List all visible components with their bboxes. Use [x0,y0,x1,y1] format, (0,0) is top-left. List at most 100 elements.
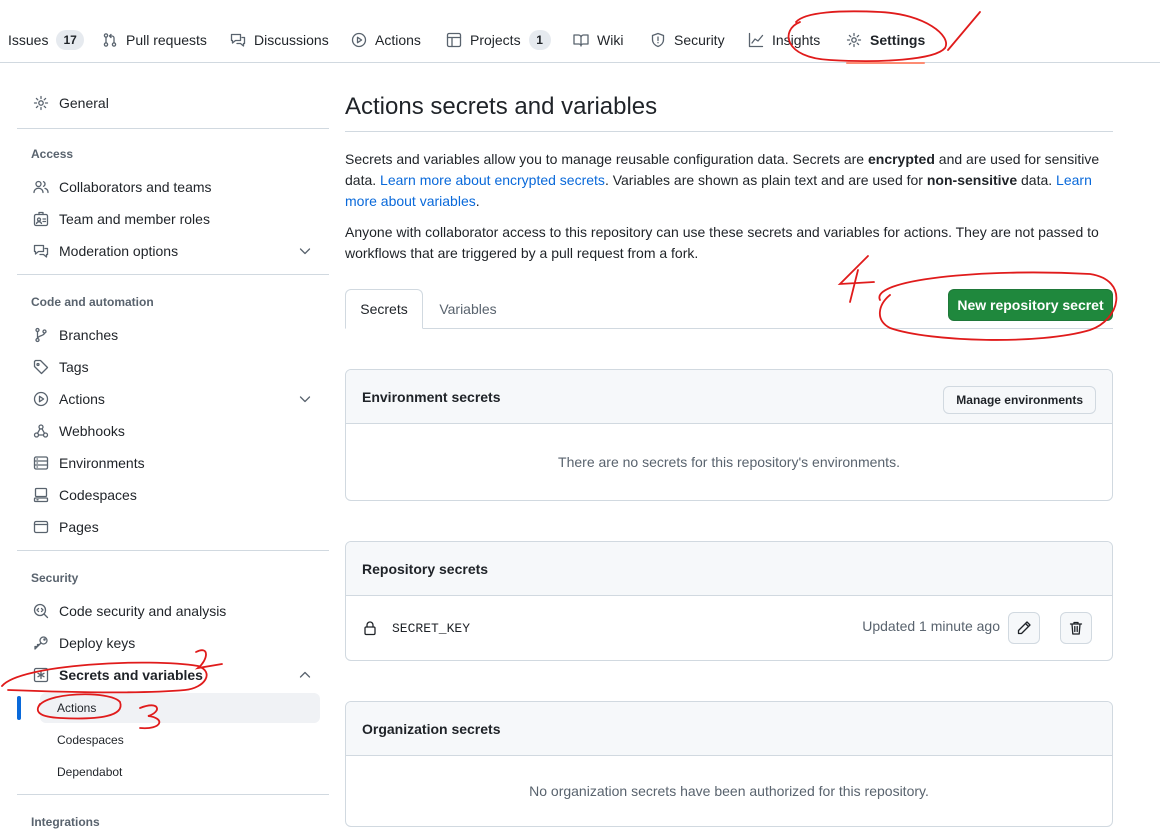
git-branch-icon [33,327,49,343]
tab-label: Pull requests [126,32,207,48]
tab-projects[interactable]: Projects 1 [446,28,551,52]
repository-secrets-box: Repository secrets SECRET_KEY Updated 1 … [345,541,1113,661]
sidebar-divider [17,274,329,275]
box-title: Environment secrets [362,388,501,405]
tag-icon [33,359,49,375]
tab-secrets[interactable]: Secrets [345,289,423,329]
learn-more-secrets-link[interactable]: Learn more about encrypted secrets [380,172,605,188]
chevron-up-icon [297,667,313,683]
sidebar-heading-code-automation: Code and automation [31,295,154,309]
sidebar-item-secrets-variables[interactable]: Secrets and variables [17,659,329,691]
sidebar-item-label: Webhooks [59,423,125,439]
intro-emphasis: non-sensitive [926,172,1018,188]
tab-label: Wiki [597,32,624,48]
tab-variables[interactable]: Variables [425,289,511,329]
table-icon [446,32,462,48]
secret-row: SECRET_KEY Updated 1 minute ago [346,596,1112,660]
discussions-icon [230,32,246,48]
tab-issues[interactable]: Issues 17 [8,28,84,52]
tab-label: Issues [8,32,49,48]
page-title: Actions secrets and variables [345,93,658,120]
tabs-underline [345,328,1113,329]
tab-insights[interactable]: Insights [748,28,820,52]
sidebar-item-label: Collaborators and teams [59,179,212,195]
secret-name: SECRET_KEY [392,620,471,636]
browser-icon [33,519,49,535]
box-title: Organization secrets [362,720,501,737]
tab-label: Projects [470,32,521,48]
play-circle-icon [351,32,367,48]
tab-settings[interactable]: Settings [846,28,926,64]
sidebar-item-general[interactable]: General [17,87,329,119]
edit-secret-button[interactable] [1008,612,1040,644]
sidebar-item-tags[interactable]: Tags [17,351,329,383]
key-icon [33,635,49,651]
delete-secret-button[interactable] [1060,612,1092,644]
sidebar-item-label: Actions [59,391,105,407]
sidebar-item-moderation[interactable]: Moderation options [17,235,329,267]
sidebar-subitem-actions[interactable]: Actions [40,693,320,723]
tab-label: Settings [870,32,926,48]
collaborator-note: Anyone with collaborator access to this … [345,224,1099,261]
empty-state: There are no secrets for this repository… [558,454,900,470]
intro-text: Secrets and variables allow you to manag… [345,151,868,167]
server-icon [33,455,49,471]
chevron-down-icon [297,391,313,407]
webhook-icon [33,423,49,439]
sidebar-heading-security: Security [31,571,79,585]
tab-actions[interactable]: Actions [351,28,421,52]
intro-text: . [475,193,480,209]
sidebar-item-label: Secrets and variables [59,667,203,683]
gear-icon [33,95,49,111]
trash-icon [1068,620,1084,636]
sidebar-item-codespaces[interactable]: Codespaces [17,479,329,511]
intro-text: data. [1017,172,1057,188]
sidebar-item-label: Tags [59,359,89,375]
sidebar-divider [17,550,329,551]
box-header: Environment secrets Manage environments [346,370,1112,424]
sidebar-item-deploy-keys[interactable]: Deploy keys [17,627,329,659]
pencil-icon [1016,620,1032,636]
sidebar-subitem-codespaces[interactable]: Codespaces [40,725,320,755]
sidebar-item-branches[interactable]: Branches [17,319,329,351]
graph-icon [748,32,764,48]
intro-text: . Variables are shown as plain text and … [604,172,927,188]
new-repository-secret-button[interactable]: New repository secret [948,289,1113,321]
tab-label: Insights [772,32,821,48]
sidebar-item-team-roles[interactable]: Team and member roles [17,203,329,235]
sidebar-subitem-dependabot[interactable]: Dependabot [40,757,320,787]
codespaces-icon [33,487,49,503]
tab-label: Discussions [254,32,329,48]
tab-discussions[interactable]: Discussions [230,28,329,52]
sidebar-item-label: Environments [59,455,145,471]
sidebar-item-collaborators[interactable]: Collaborators and teams [17,171,329,203]
secret-updated: Updated 1 minute ago [862,618,1000,634]
sidebar-item-label: General [59,95,109,111]
tab-label: Actions [375,32,421,48]
tab-security[interactable]: Security [650,28,725,52]
organization-secrets-box: Organization secrets No organization sec… [345,701,1113,827]
people-icon [33,179,49,195]
issues-counter: 17 [56,30,84,50]
sidebar-item-actions[interactable]: Actions [17,383,329,415]
sidebar-item-label: Moderation options [59,243,179,259]
sidebar-item-pages[interactable]: Pages [17,511,329,543]
tab-label: Security [674,32,725,48]
box-header: Repository secrets [346,542,1112,596]
sidebar-item-environments[interactable]: Environments [17,447,329,479]
active-indicator [17,696,21,720]
id-badge-icon [33,211,49,227]
tab-wiki[interactable]: Wiki [573,28,623,52]
title-divider [345,131,1113,132]
sidebar-heading-access: Access [31,147,74,161]
tab-pull-requests[interactable]: Pull requests [102,28,207,52]
shield-icon [650,32,666,48]
manage-environments-button[interactable]: Manage environments [943,386,1096,414]
sidebar-item-label: Code security and analysis [59,603,227,619]
comment-discussion-icon [33,243,49,259]
sidebar-divider [17,128,329,129]
sidebar-heading-integrations: Integrations [31,815,100,829]
sidebar-item-code-security[interactable]: Code security and analysis [17,595,329,627]
sidebar-item-webhooks[interactable]: Webhooks [17,415,329,447]
repo-nav: Issues 17 Pull requests Discussions Acti… [0,0,1160,64]
